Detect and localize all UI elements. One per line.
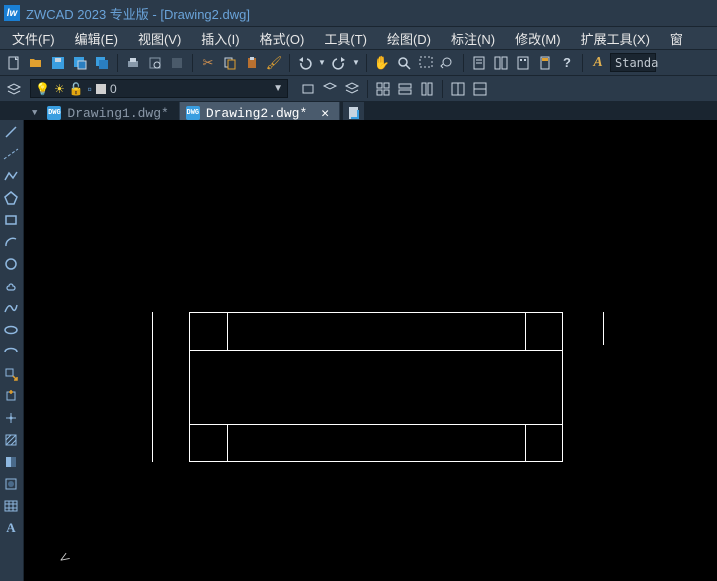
- dimstyle-icon[interactable]: A: [588, 53, 608, 73]
- help-icon[interactable]: ?: [557, 53, 577, 73]
- menu-edit[interactable]: 编辑(E): [65, 26, 128, 51]
- menu-express[interactable]: 扩展工具(X): [571, 26, 660, 51]
- menu-extra[interactable]: 窗: [660, 26, 693, 51]
- window-title: ZWCAD 2023 专业版 - [Drawing2.dwg]: [26, 4, 250, 23]
- matchprop-icon[interactable]: 🖌: [264, 53, 284, 73]
- layer-color-swatch: [96, 84, 106, 94]
- spline-icon[interactable]: [0, 298, 22, 318]
- redo-dropdown-icon[interactable]: ▼: [351, 53, 361, 73]
- toolbar-standard: ✂ 🖌 ▼ ▼ ✋ ? A Standa: [0, 50, 717, 76]
- menu-file[interactable]: 文件(F): [2, 26, 65, 51]
- crosshair-cursor: [59, 546, 75, 567]
- revcloud-icon[interactable]: [0, 276, 22, 296]
- close-icon[interactable]: ✕: [321, 106, 329, 121]
- print-icon[interactable]: [123, 53, 143, 73]
- polygon-icon[interactable]: [0, 188, 22, 208]
- app-logo: lw: [4, 5, 20, 21]
- dwg-file-icon: DWG: [47, 106, 61, 120]
- plot-icon: ▫: [88, 82, 92, 96]
- tile-h-icon[interactable]: [448, 79, 468, 99]
- table-icon[interactable]: [0, 496, 22, 516]
- menu-insert[interactable]: 插入(I): [191, 26, 249, 51]
- tab-label: Drawing2.dwg*: [206, 106, 307, 121]
- make-block-icon[interactable]: [0, 386, 22, 406]
- line-icon[interactable]: [0, 122, 22, 142]
- textstyle-value: Standa: [615, 56, 658, 70]
- design-center-icon[interactable]: [491, 53, 511, 73]
- region-icon[interactable]: [0, 474, 22, 494]
- layer-state-icon[interactable]: [320, 79, 340, 99]
- tool-palette-icon[interactable]: [513, 53, 533, 73]
- layer-name: 0: [110, 82, 117, 96]
- grid3-icon[interactable]: [417, 79, 437, 99]
- menu-draw[interactable]: 绘图(D): [377, 26, 441, 51]
- paste-icon[interactable]: [242, 53, 262, 73]
- ellipse-icon[interactable]: [0, 320, 22, 340]
- calculator-icon[interactable]: [535, 53, 555, 73]
- draw-toolbar: A: [0, 120, 24, 581]
- zoom-previous-icon[interactable]: [438, 53, 458, 73]
- zoom-realtime-icon[interactable]: [394, 53, 414, 73]
- lock-icon: 🔓: [69, 82, 84, 96]
- menu-format[interactable]: 格式(O): [250, 26, 315, 51]
- pan-icon[interactable]: ✋: [372, 53, 392, 73]
- layer-iso-icon[interactable]: [342, 79, 362, 99]
- drawing-content: [24, 120, 717, 581]
- menu-view[interactable]: 视图(V): [128, 26, 191, 51]
- open-icon[interactable]: [26, 53, 46, 73]
- arc-icon[interactable]: [0, 232, 22, 252]
- saveas-icon[interactable]: [70, 53, 90, 73]
- redo-icon[interactable]: [329, 53, 349, 73]
- main-area: A: [0, 120, 717, 581]
- circle-icon[interactable]: [0, 254, 22, 274]
- zoom-window-icon[interactable]: [416, 53, 436, 73]
- cut-icon[interactable]: ✂: [198, 53, 218, 73]
- rectangle-icon[interactable]: [0, 210, 22, 230]
- save-icon[interactable]: [48, 53, 68, 73]
- sun-icon: ☀: [54, 82, 65, 96]
- tab-dropdown-icon[interactable]: ▼: [32, 108, 37, 118]
- gradient-icon[interactable]: [0, 452, 22, 472]
- hatch-icon[interactable]: [0, 430, 22, 450]
- menu-modify[interactable]: 修改(M): [505, 26, 571, 51]
- copy-icon[interactable]: [220, 53, 240, 73]
- drawing-canvas[interactable]: [24, 120, 717, 581]
- text-icon[interactable]: A: [0, 518, 22, 538]
- layer-combo[interactable]: 💡 ☀ 🔓 ▫ 0 ▼: [30, 79, 288, 98]
- menu-bar: 文件(F) 编辑(E) 视图(V) 插入(I) 格式(O) 工具(T) 绘图(D…: [0, 26, 717, 50]
- grid2-icon[interactable]: [395, 79, 415, 99]
- properties-icon[interactable]: [469, 53, 489, 73]
- dwg-file-icon: DWG: [186, 106, 200, 120]
- undo-icon[interactable]: [295, 53, 315, 73]
- ellipse-arc-icon[interactable]: [0, 342, 22, 362]
- tab-label: Drawing1.dwg*: [67, 106, 168, 121]
- bulb-icon: 💡: [35, 82, 50, 96]
- new-icon[interactable]: [4, 53, 24, 73]
- textstyle-combo[interactable]: Standa: [610, 53, 656, 72]
- xline-icon[interactable]: [0, 144, 22, 164]
- title-bar: lw ZWCAD 2023 专业版 - [Drawing2.dwg]: [0, 0, 717, 26]
- polyline-icon[interactable]: [0, 166, 22, 186]
- print-preview-icon[interactable]: [145, 53, 165, 73]
- saveall-icon[interactable]: [92, 53, 112, 73]
- layer-manager-icon[interactable]: [4, 79, 24, 99]
- tile-v-icon[interactable]: [470, 79, 490, 99]
- layer-prev-icon[interactable]: [298, 79, 318, 99]
- menu-dim[interactable]: 标注(N): [441, 26, 505, 51]
- menu-tools[interactable]: 工具(T): [314, 26, 377, 51]
- toolbar-layer: 💡 ☀ 🔓 ▫ 0 ▼: [0, 76, 717, 102]
- chevron-down-icon: ▼: [273, 83, 283, 94]
- insert-block-icon[interactable]: [0, 364, 22, 384]
- grid1-icon[interactable]: [373, 79, 393, 99]
- undo-dropdown-icon[interactable]: ▼: [317, 53, 327, 73]
- point-icon[interactable]: [0, 408, 22, 428]
- publish-icon[interactable]: [167, 53, 187, 73]
